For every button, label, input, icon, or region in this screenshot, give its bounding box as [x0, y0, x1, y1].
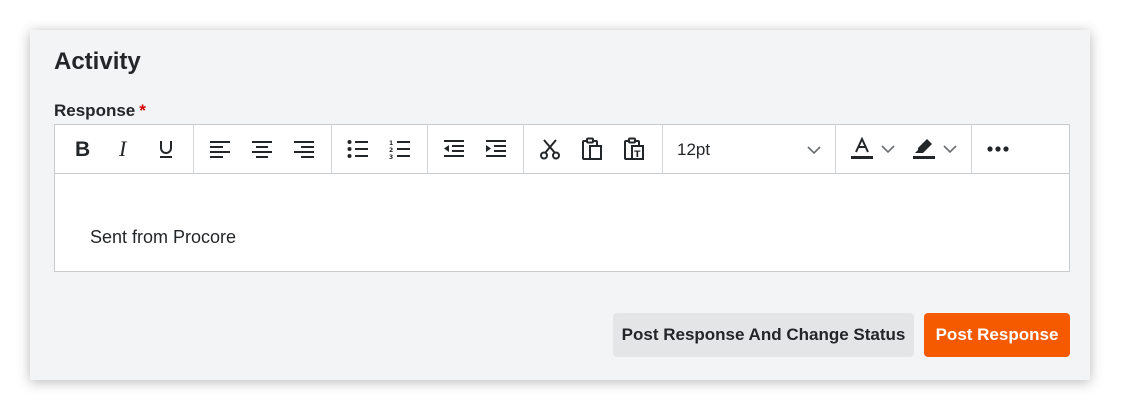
response-label: Response *	[54, 101, 146, 121]
highlight-color-icon	[913, 139, 935, 159]
numbered-list-button[interactable]: 123	[385, 135, 415, 163]
text-color-icon	[851, 137, 873, 159]
indent-button[interactable]	[481, 135, 511, 163]
outdent-icon	[444, 140, 464, 157]
bold-icon: B	[75, 139, 90, 159]
section-title: Activity	[54, 48, 141, 75]
svg-text:3: 3	[389, 154, 393, 159]
highlight-color-button[interactable]	[909, 135, 939, 163]
svg-text:B: B	[75, 139, 90, 159]
text-color-button[interactable]	[847, 135, 877, 163]
chevron-down-icon	[881, 145, 895, 154]
bold-button[interactable]: B	[67, 135, 97, 163]
bullet-list-icon	[347, 140, 368, 158]
svg-text:I: I	[118, 139, 128, 159]
text-color-dropdown[interactable]	[880, 135, 896, 163]
bullet-list-button[interactable]	[343, 135, 373, 163]
align-center-icon	[252, 141, 272, 158]
post-response-button[interactable]: Post Response	[924, 313, 1070, 357]
paste-as-text-button[interactable]: T	[619, 135, 649, 163]
indent-icon	[486, 140, 506, 157]
italic-icon: I	[118, 139, 128, 159]
rich-text-editor: B I 1 2 3 T 12pt Sent from Procore	[54, 124, 1070, 272]
response-label-text: Response	[54, 101, 136, 120]
align-right-icon	[294, 141, 314, 158]
editor-content[interactable]: Sent from Procore	[90, 227, 236, 248]
chevron-down-icon	[807, 146, 821, 155]
underline-icon	[160, 141, 172, 158]
more-icon	[987, 146, 1009, 152]
required-marker: *	[139, 101, 146, 120]
numbered-list-icon: 123	[389, 140, 410, 159]
outdent-button[interactable]	[439, 135, 469, 163]
align-right-button[interactable]	[289, 135, 319, 163]
font-size-dropdown[interactable]	[807, 142, 821, 160]
chevron-down-icon	[943, 145, 957, 154]
cut-icon	[540, 139, 560, 160]
align-left-button[interactable]	[205, 135, 235, 163]
svg-text:T: T	[634, 150, 641, 160]
editor-toolbar: B I 1 2 3 T 12pt	[55, 125, 1069, 174]
cut-button[interactable]	[535, 135, 565, 163]
paste-as-text-icon: T	[624, 137, 644, 160]
activity-panel: Activity Response * B I 1 2 3 T 12pt Sen…	[30, 30, 1090, 380]
paste-button[interactable]	[577, 135, 607, 163]
post-response-change-status-button[interactable]: Post Response And Change Status	[613, 313, 914, 357]
paste-icon	[582, 137, 602, 160]
highlight-color-dropdown[interactable]	[942, 135, 958, 163]
align-left-icon	[210, 141, 230, 158]
more-button[interactable]	[983, 135, 1013, 163]
svg-text:2: 2	[389, 147, 393, 154]
underline-button[interactable]	[151, 135, 181, 163]
svg-text:1: 1	[389, 140, 393, 147]
font-size-value[interactable]: 12pt	[677, 140, 710, 160]
align-center-button[interactable]	[247, 135, 277, 163]
italic-button[interactable]: I	[109, 135, 139, 163]
